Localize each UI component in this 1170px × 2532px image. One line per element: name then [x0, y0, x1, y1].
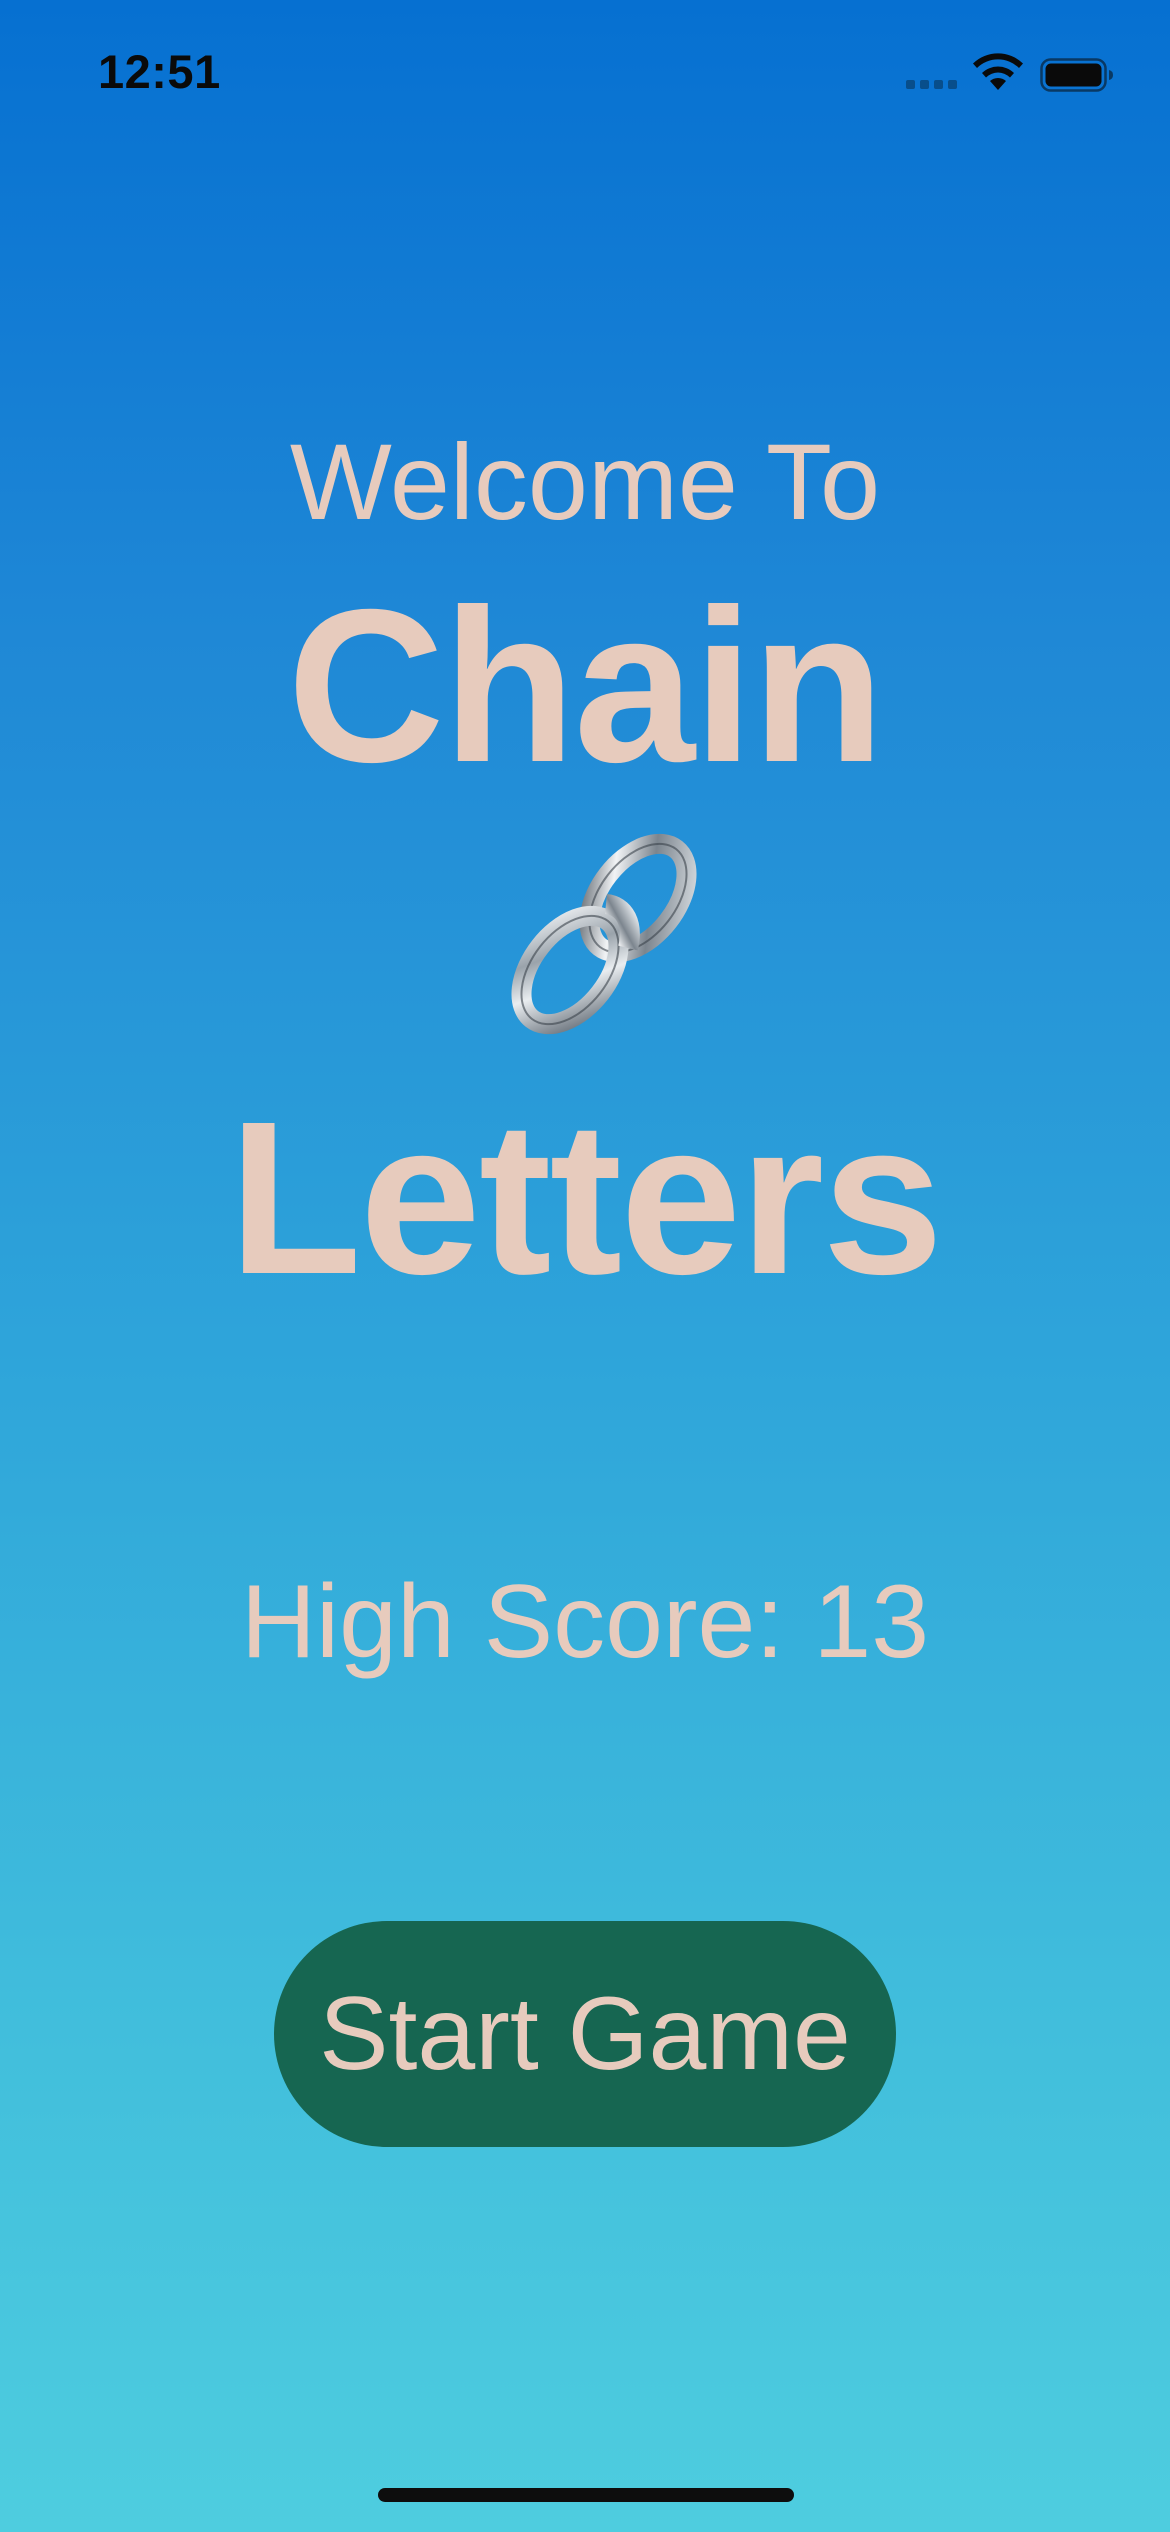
home-indicator[interactable] [378, 2488, 794, 2502]
battery-icon [1040, 58, 1113, 92]
status-time: 12:51 [98, 45, 221, 98]
wifi-icon [973, 53, 1023, 90]
link-emoji-icon [511, 833, 697, 1035]
start-game-label: Start Game [319, 1975, 851, 2092]
status-bar: 12:51 [0, 0, 1170, 150]
high-score-value: 13 [813, 1564, 930, 1680]
title-letters: Letters [228, 1077, 944, 1320]
title-chain: Chain [287, 565, 885, 808]
welcome-text: Welcome To [289, 421, 881, 542]
start-game-button[interactable]: Start Game [274, 1921, 896, 2147]
cellular-signal-icon [906, 80, 957, 89]
high-score: High Score: 13 [0, 1570, 1170, 1674]
high-score-label: High Score: [240, 1564, 785, 1680]
